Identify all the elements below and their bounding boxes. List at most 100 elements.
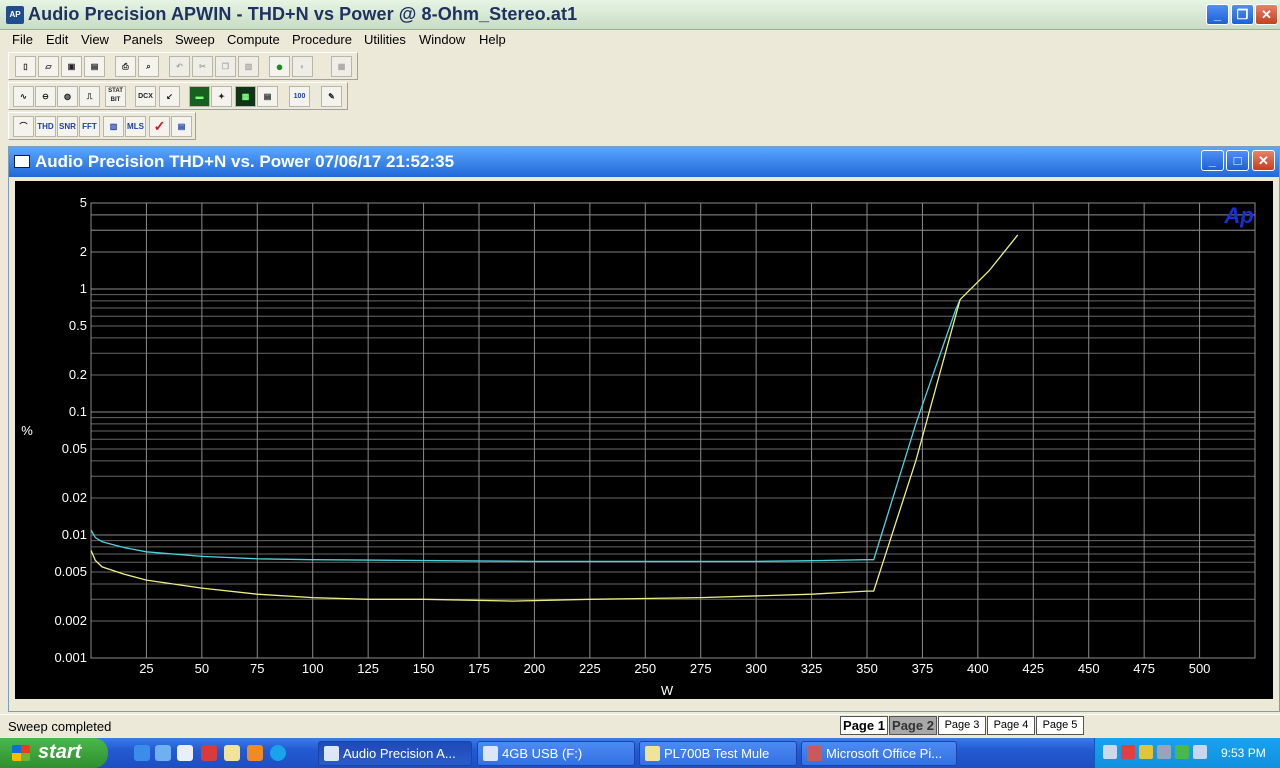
cut-icon[interactable]: ✂: [192, 56, 213, 77]
clock: 9:53 PM: [1221, 746, 1266, 760]
volume-icon[interactable]: [1193, 745, 1207, 759]
graph-maximize-button[interactable]: □: [1226, 150, 1249, 171]
menu-panels[interactable]: Panels: [123, 32, 163, 47]
undo-icon[interactable]: ↶: [169, 56, 190, 77]
analyzer-icon[interactable]: ⊖: [35, 86, 56, 107]
x-tick-label: 125: [357, 661, 379, 676]
drive-icon: [483, 746, 498, 761]
x-tick-label: 275: [690, 661, 712, 676]
stat-bit-icon[interactable]: STAT BIT: [105, 86, 126, 107]
system-tray: 9:53 PM: [1094, 738, 1280, 768]
menu-utilities[interactable]: Utilities: [364, 32, 406, 47]
response-icon[interactable]: ⌒: [13, 116, 34, 137]
firefox-icon[interactable]: [247, 745, 263, 761]
graph-plot-area[interactable]: 25 50 75 100 125 150 175 200 225 250 275 300 325 350 3…: [15, 181, 1273, 699]
start-button[interactable]: start: [0, 738, 108, 768]
new-doc-icon[interactable]: ▯: [15, 56, 36, 77]
task-pl700b-folder[interactable]: PL700B Test Mule: [639, 741, 797, 766]
thd-vs-power-chart[interactable]: 25 50 75 100 125 150 175 200 225 250 275 300 325 350 3…: [15, 181, 1273, 699]
tray-green-icon[interactable]: [1175, 745, 1189, 759]
open-icon[interactable]: ▱: [38, 56, 59, 77]
y-tick-label: 2: [80, 244, 87, 259]
folder-icon[interactable]: [224, 745, 240, 761]
print-preview-icon[interactable]: ⌕: [138, 56, 159, 77]
y-tick-label: 0.001: [54, 650, 87, 665]
save-icon[interactable]: ▣: [61, 56, 82, 77]
meter-icon[interactable]: ◍: [57, 86, 78, 107]
app-icon[interactable]: AP: [6, 6, 24, 24]
menu-edit[interactable]: Edit: [46, 32, 68, 47]
office-picture-icon: [807, 746, 822, 761]
disabled-panel-icon[interactable]: ▦: [331, 56, 352, 77]
main-title-bar[interactable]: AP Audio Precision APWIN - THD+N vs Powe…: [0, 0, 1280, 30]
report-icon[interactable]: ▤: [171, 116, 192, 137]
bar-graph-icon[interactable]: 100: [289, 86, 310, 107]
menu-view[interactable]: View: [81, 32, 109, 47]
minimize-button[interactable]: _: [1206, 4, 1229, 25]
start-label: start: [38, 741, 82, 763]
skype-icon[interactable]: [270, 745, 286, 761]
go-icon[interactable]: ●: [269, 56, 290, 77]
window-title: Audio Precision APWIN - THD+N vs Power @…: [28, 4, 578, 24]
save-all-icon[interactable]: ▤: [84, 56, 105, 77]
media-player-icon[interactable]: [177, 745, 193, 761]
toolbar-panels: ∿ ⊖ ◍ ⎍ STAT BIT DCX ↙ ▬ ✦ ▩ ▤ 100 ✎: [8, 82, 348, 110]
show-desktop-icon[interactable]: [155, 745, 171, 761]
check-icon[interactable]: ✓: [149, 116, 170, 137]
task-audio-precision[interactable]: Audio Precision A...: [318, 741, 472, 766]
task-office-picture[interactable]: Microsoft Office Pi...: [801, 741, 957, 766]
graph-close-button[interactable]: ✕: [1252, 150, 1275, 171]
page-tab-3[interactable]: Page 3: [938, 716, 986, 735]
graph-icon[interactable]: ▩: [235, 86, 256, 107]
generator-icon[interactable]: ∿: [13, 86, 34, 107]
menu-sweep[interactable]: Sweep: [175, 32, 215, 47]
page-tab-2[interactable]: Page 2: [889, 716, 937, 735]
network-icon[interactable]: [1103, 745, 1117, 759]
dcx-icon[interactable]: DCX: [135, 86, 156, 107]
data-list-icon[interactable]: ▤: [257, 86, 278, 107]
graph-window-title-bar[interactable]: Audio Precision THD+N vs. Power 07/06/17…: [9, 147, 1279, 177]
print-icon[interactable]: ⎙: [115, 56, 136, 77]
edit-sweep-icon[interactable]: ✎: [321, 86, 342, 107]
close-button[interactable]: ✕: [1255, 4, 1278, 25]
quicklaunch-red-icon[interactable]: [201, 745, 217, 761]
menu-window[interactable]: Window: [419, 32, 465, 47]
graph-window-icon[interactable]: [14, 155, 30, 168]
menu-procedure[interactable]: Procedure: [292, 32, 352, 47]
taskbar: start Audio Precision A... 4GB USB (F:) …: [0, 738, 1280, 768]
page-tab-4[interactable]: Page 4: [987, 716, 1035, 735]
snr-icon[interactable]: SNR: [57, 116, 78, 137]
copy-icon[interactable]: ❐: [215, 56, 236, 77]
y-tick-label: 0.1: [69, 404, 87, 419]
ie-icon[interactable]: [134, 745, 150, 761]
x-tick-label: 225: [579, 661, 601, 676]
page-tab-5[interactable]: Page 5: [1036, 716, 1084, 735]
spectrum-icon[interactable]: ▥: [103, 116, 124, 137]
mls-icon[interactable]: MLS: [125, 116, 146, 137]
graph-minimize-button[interactable]: _: [1201, 150, 1224, 171]
security-alert-icon[interactable]: [1121, 745, 1135, 759]
waveform-icon[interactable]: ⎍: [79, 86, 100, 107]
x-tick-label: 175: [468, 661, 490, 676]
x-axis-label: W: [661, 683, 674, 698]
task-usb-drive[interactable]: 4GB USB (F:): [477, 741, 635, 766]
menu-compute[interactable]: Compute: [227, 32, 280, 47]
tray-yellow-icon[interactable]: [1139, 745, 1153, 759]
stop-icon[interactable]: ◐: [292, 56, 313, 77]
trigger-icon[interactable]: ✦: [211, 86, 232, 107]
fft-icon[interactable]: FFT: [79, 116, 100, 137]
switcher-icon[interactable]: ↙: [159, 86, 180, 107]
safely-remove-icon[interactable]: [1157, 745, 1171, 759]
y-tick-label: 5: [80, 195, 87, 210]
menu-help[interactable]: Help: [479, 32, 506, 47]
restore-button[interactable]: ❐: [1231, 4, 1254, 25]
x-tick-label: 500: [1189, 661, 1211, 676]
menu-file[interactable]: File: [12, 32, 33, 47]
sweep-panel-icon[interactable]: ▬: [189, 86, 210, 107]
page-tab-1[interactable]: Page 1: [840, 716, 888, 735]
thd-icon[interactable]: THD: [35, 116, 56, 137]
x-tick-label: 300: [745, 661, 767, 676]
x-tick-label: 375: [912, 661, 934, 676]
graph-window[interactable]: Audio Precision THD+N vs. Power 07/06/17…: [8, 146, 1280, 712]
paste-icon[interactable]: ▥: [238, 56, 259, 77]
